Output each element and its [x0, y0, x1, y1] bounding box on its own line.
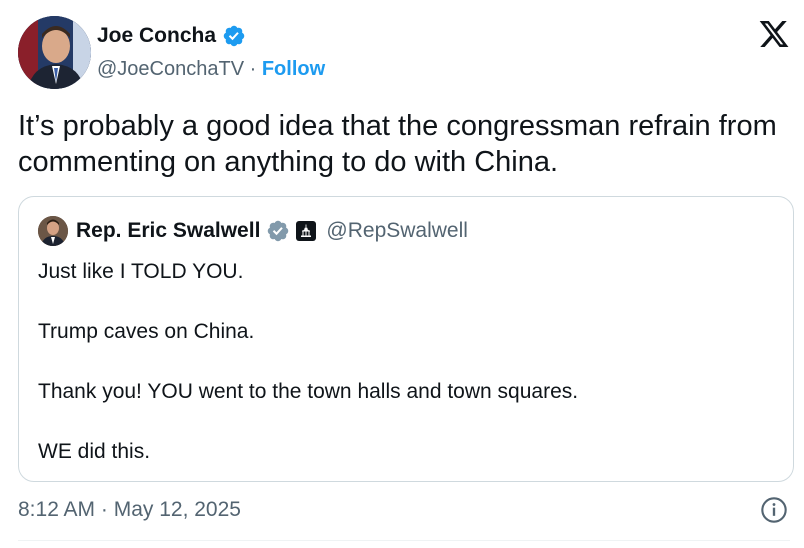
author-avatar[interactable] — [18, 16, 91, 89]
avatar-photo — [18, 16, 91, 89]
author-handle-line: @JoeConchaTV · Follow — [97, 58, 325, 81]
separator-dot: · — [244, 58, 262, 80]
info-icon[interactable] — [760, 496, 788, 524]
quoted-tweet-header: Rep. Eric Swalwell @RepSwalwell — [38, 216, 468, 246]
divider — [18, 540, 790, 541]
x-logo-icon[interactable] — [758, 18, 790, 50]
government-building-icon — [296, 221, 317, 241]
verified-badge-icon — [223, 25, 245, 47]
quoted-author-avatar[interactable] — [38, 216, 68, 246]
quoted-paragraph: Trump caves on China. — [38, 320, 255, 343]
author-handle[interactable]: @JoeConchaTV — [97, 58, 244, 80]
quoted-tweet-card[interactable]: Rep. Eric Swalwell @RepSwalwell Just lik… — [18, 196, 794, 482]
follow-button[interactable]: Follow — [262, 58, 325, 80]
author-name-row[interactable]: Joe Concha — [97, 24, 246, 48]
quoted-paragraph: Thank you! YOU went to the town halls an… — [38, 380, 579, 403]
quoted-author-handle[interactable]: @RepSwalwell — [326, 219, 468, 243]
quoted-tweet-body: Just like I TOLD YOU. Trump caves on Chi… — [38, 257, 778, 467]
verified-badge-icon — [268, 220, 289, 242]
quoted-author-name[interactable]: Rep. Eric Swalwell — [76, 219, 260, 243]
quoted-paragraph: Just like I TOLD YOU. — [38, 260, 244, 283]
quoted-avatar-photo — [38, 216, 68, 246]
author-name[interactable]: Joe Concha — [97, 24, 216, 48]
tweet-timestamp[interactable]: 8:12 AM · May 12, 2025 — [18, 498, 241, 522]
tweet-text: It’s probably a good idea that the congr… — [18, 110, 777, 178]
quoted-paragraph: WE did this. — [38, 440, 151, 463]
